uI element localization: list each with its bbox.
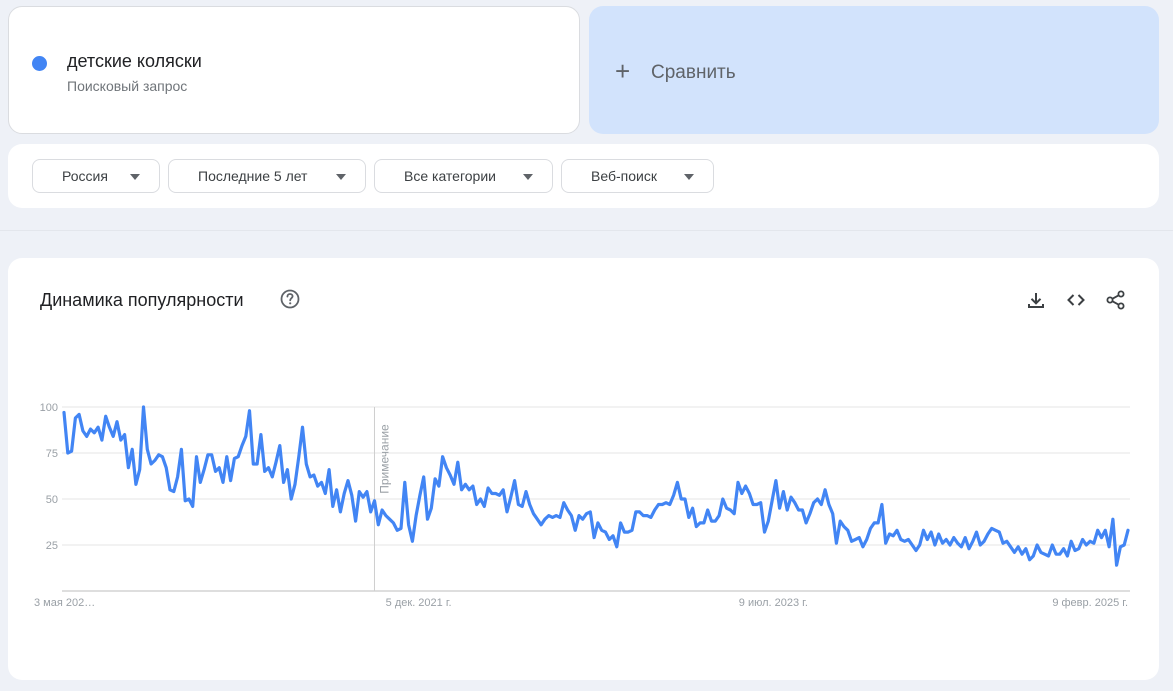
caret-down-icon	[684, 174, 694, 180]
category-filter-label: Все категории	[404, 168, 496, 184]
y-tick-label: 75	[46, 448, 58, 460]
region-filter-label: Россия	[62, 168, 108, 184]
compare-label: Сравнить	[651, 62, 736, 83]
y-tick-label: 50	[46, 494, 58, 506]
series-color-dot	[32, 56, 47, 71]
time-range-filter-label: Последние 5 лет	[198, 168, 308, 184]
annotation-label: Примечание	[377, 424, 391, 494]
caret-down-icon	[336, 174, 346, 180]
search-term-card[interactable]: детские коляски Поисковый запрос	[8, 6, 580, 134]
caret-down-icon	[130, 174, 140, 180]
search-term-type: Поисковый запрос	[67, 78, 188, 94]
category-filter[interactable]: Все категории	[374, 159, 553, 193]
interest-over-time-card: Динамика популярности 25 50 75 100 Примечани…	[8, 258, 1159, 680]
search-term-title[interactable]: детские коляски	[67, 51, 202, 72]
time-range-filter[interactable]: Последние 5 лет	[168, 159, 366, 193]
region-filter[interactable]: Россия	[32, 159, 160, 193]
x-tick-label: 3 мая 202…	[34, 597, 95, 609]
search-type-filter-label: Веб-поиск	[591, 168, 657, 184]
plus-icon: +	[615, 56, 631, 86]
filter-bar: Россия Последние 5 лет Все категории Веб…	[8, 144, 1159, 208]
x-tick-label: 5 дек. 2021 г.	[386, 597, 452, 609]
x-tick-label: 9 июл. 2023 г.	[739, 597, 808, 609]
caret-down-icon	[523, 174, 533, 180]
series-line	[62, 405, 1130, 567]
compare-button[interactable]: + Сравнить	[589, 6, 1159, 134]
y-tick-label: 100	[40, 402, 58, 414]
x-tick-label: 9 февр. 2025 г.	[1052, 597, 1128, 609]
section-divider	[0, 230, 1173, 231]
search-type-filter[interactable]: Веб-поиск	[561, 159, 714, 193]
y-tick-label: 25	[46, 540, 58, 552]
interest-line-chart[interactable]: 25 50 75 100 Примечание 3 мая 202… 5 дек. 2021…	[8, 258, 1159, 680]
